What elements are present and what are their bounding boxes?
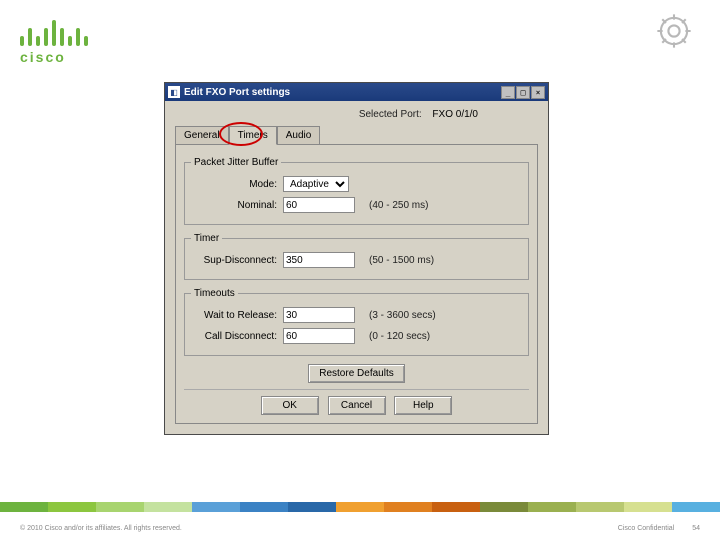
group-timer: Timer Sup-Disconnect: (50 - 1500 ms) <box>184 233 529 280</box>
minimize-button[interactable]: _ <box>501 86 515 99</box>
group-timeouts: Timeouts Wait to Release: (3 - 3600 secs… <box>184 288 529 356</box>
tab-general[interactable]: General <box>175 126 229 145</box>
copyright-text: © 2010 Cisco and/or its affiliates. All … <box>20 525 182 532</box>
cisco-logo: cisco <box>20 18 100 65</box>
selected-port-label: Selected Port: <box>359 109 422 120</box>
edit-fxo-dialog: ◧ Edit FXO Port settings _ □ × Selected … <box>164 82 549 435</box>
nominal-input[interactable] <box>283 197 355 213</box>
separator <box>184 389 529 390</box>
call-disconnect-input[interactable] <box>283 328 355 344</box>
legend-timer: Timer <box>191 233 222 244</box>
accent-strip <box>0 502 720 512</box>
call-disconnect-label: Call Disconnect: <box>191 331 283 342</box>
tab-bar: General Timers Audio <box>175 126 538 145</box>
gear-icon <box>653 10 695 57</box>
tab-audio[interactable]: Audio <box>277 126 321 145</box>
mode-label: Mode: <box>191 179 283 190</box>
legend-jitter: Packet Jitter Buffer <box>191 157 281 168</box>
selected-port-row: Selected Port: FXO 0/1/0 <box>175 109 538 120</box>
titlebar[interactable]: ◧ Edit FXO Port settings _ □ × <box>165 83 548 101</box>
tab-panel-timers: Packet Jitter Buffer Mode: Adaptive Nomi… <box>175 144 538 424</box>
cancel-button[interactable]: Cancel <box>328 396 386 415</box>
help-button[interactable]: Help <box>394 396 452 415</box>
wait-release-range: (3 - 3600 secs) <box>369 310 436 321</box>
call-disconnect-range: (0 - 120 secs) <box>369 331 430 342</box>
nominal-label: Nominal: <box>191 200 283 211</box>
restore-defaults-button[interactable]: Restore Defaults <box>308 364 404 383</box>
selected-port-value: FXO 0/1/0 <box>432 109 478 120</box>
nominal-range: (40 - 250 ms) <box>369 200 428 211</box>
window-title: Edit FXO Port settings <box>184 87 501 98</box>
sup-disconnect-label: Sup-Disconnect: <box>191 255 283 266</box>
page-number: 54 <box>692 525 700 532</box>
wait-release-label: Wait to Release: <box>191 310 283 321</box>
group-packet-jitter: Packet Jitter Buffer Mode: Adaptive Nomi… <box>184 157 529 225</box>
close-button[interactable]: × <box>531 86 545 99</box>
maximize-button[interactable]: □ <box>516 86 530 99</box>
cisco-bars-icon <box>20 18 100 46</box>
footer: © 2010 Cisco and/or its affiliates. All … <box>20 525 700 532</box>
ok-button[interactable]: OK <box>261 396 319 415</box>
sup-disconnect-input[interactable] <box>283 252 355 268</box>
sup-disconnect-range: (50 - 1500 ms) <box>369 255 434 266</box>
app-icon: ◧ <box>168 86 180 98</box>
legend-timeouts: Timeouts <box>191 288 238 299</box>
tab-timers[interactable]: Timers <box>229 126 277 145</box>
cisco-wordmark: cisco <box>20 49 100 65</box>
confidential-text: Cisco Confidential <box>618 525 674 532</box>
mode-select[interactable]: Adaptive <box>283 176 349 192</box>
wait-release-input[interactable] <box>283 307 355 323</box>
